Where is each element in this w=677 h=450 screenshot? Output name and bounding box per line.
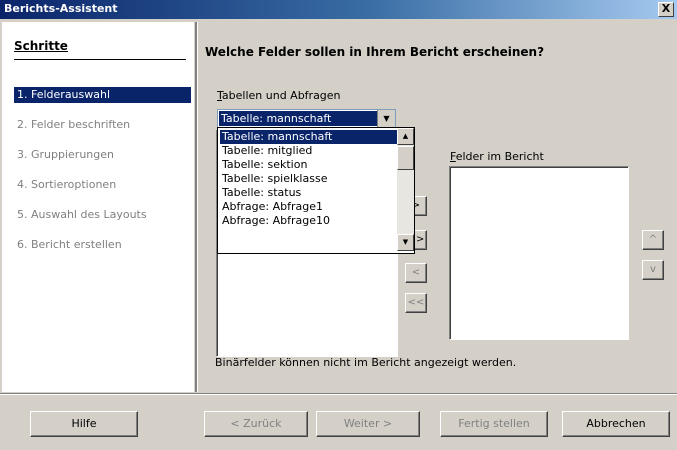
remove-field-button[interactable]: < <box>405 263 427 283</box>
footer-separator <box>0 393 677 395</box>
dropdown-item[interactable]: Abfrage: Abfrage1 <box>220 200 397 214</box>
close-button[interactable]: X <box>658 2 674 17</box>
next-button[interactable]: Weiter > <box>316 411 420 437</box>
step-label-fields[interactable]: 2. Felder beschriften <box>14 117 191 133</box>
dropdown-item[interactable]: Tabelle: status <box>220 186 397 200</box>
cancel-button[interactable]: Abbrechen <box>562 411 670 437</box>
scroll-thumb[interactable] <box>397 146 414 170</box>
steps-heading: Schritte <box>14 39 68 53</box>
help-button[interactable]: Hilfe <box>30 411 138 437</box>
step-create-report[interactable]: 6. Bericht erstellen <box>14 237 191 253</box>
move-down-button[interactable]: v <box>642 260 664 280</box>
page-title: Welche Felder sollen in Ihrem Bericht er… <box>205 45 545 59</box>
report-fields-label: Felder im Bericht <box>450 150 544 163</box>
title-bar[interactable]: Berichts-Assistent X <box>0 0 677 19</box>
combobox-selected-value: Tabelle: mannschaft <box>219 111 377 126</box>
dropdown-item[interactable]: Tabelle: mitglied <box>220 144 397 158</box>
steps-divider <box>14 59 186 60</box>
step-choose-layout[interactable]: 5. Auswahl des Layouts <box>14 207 191 223</box>
dropdown-item[interactable]: Tabelle: mannschaft <box>220 130 397 144</box>
steps-panel: Schritte 1. Felderauswahl 2. Felder besc… <box>2 22 194 392</box>
tables-queries-combobox[interactable]: Tabelle: mannschaft ▼ <box>217 109 396 128</box>
dropdown-item[interactable]: Tabelle: sektion <box>220 158 397 172</box>
window-title: Berichts-Assistent <box>4 2 118 15</box>
back-button[interactable]: < Zurück <box>204 411 308 437</box>
panel-separator <box>195 22 198 392</box>
finish-button[interactable]: Fertig stellen <box>440 411 548 437</box>
binary-fields-note: Binärfelder können nicht im Bericht ange… <box>215 356 517 369</box>
remove-all-fields-button[interactable]: << <box>405 293 427 313</box>
dropdown-item[interactable]: Abfrage: Abfrage10 <box>220 214 397 228</box>
tables-queries-dropdown[interactable]: Tabelle: mannschaft Tabelle: mitglied Ta… <box>217 127 415 254</box>
step-grouping[interactable]: 3. Gruppierungen <box>14 147 191 163</box>
report-fields-list[interactable] <box>449 166 629 340</box>
dropdown-item[interactable]: Tabelle: spielklasse <box>220 172 397 186</box>
scroll-down-icon[interactable]: ▼ <box>397 234 414 251</box>
scroll-up-icon[interactable]: ▲ <box>397 128 414 145</box>
dropdown-scrollbar[interactable]: ▲ ▼ <box>397 128 414 251</box>
tables-queries-label: Tabellen und Abfragen <box>217 89 341 102</box>
step-field-selection[interactable]: 1. Felderauswahl <box>14 87 191 103</box>
step-sort-options[interactable]: 4. Sortieroptionen <box>14 177 191 193</box>
report-wizard-window: Berichts-Assistent X Schritte 1. Feldera… <box>0 0 677 450</box>
chevron-down-icon[interactable]: ▼ <box>377 110 395 127</box>
move-up-button[interactable]: ^ <box>642 230 664 250</box>
